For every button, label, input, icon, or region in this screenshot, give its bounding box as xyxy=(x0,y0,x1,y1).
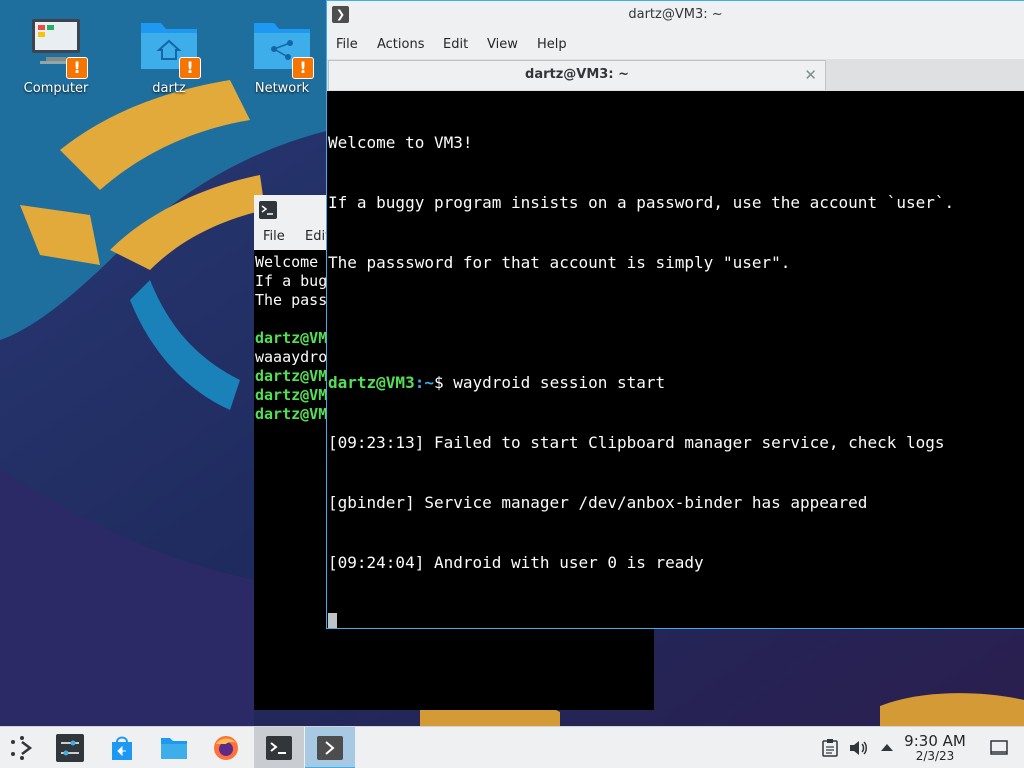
taskbar-file-manager[interactable] xyxy=(152,727,196,768)
desktop-icon-label: Network xyxy=(254,81,310,96)
warning-badge-icon: ! xyxy=(66,57,88,79)
terminal-line-blank: ​ xyxy=(328,313,1023,333)
desktop-icon-label: Computer xyxy=(23,81,89,96)
volume-tray-button[interactable] xyxy=(846,727,872,768)
konsole-icon xyxy=(317,736,343,760)
tab-close-icon[interactable]: ✕ xyxy=(804,66,817,84)
terminal-output[interactable]: Welcome to VM3! If a buggy program insis… xyxy=(327,91,1024,628)
terminal-icon xyxy=(266,736,292,760)
tab-label: dartz@VM3: ~ xyxy=(525,67,629,82)
settings-icon xyxy=(56,734,84,762)
menu-actions[interactable]: Actions xyxy=(377,37,425,52)
prompt-user: dartz@VM3 xyxy=(255,367,337,385)
menu-file[interactable]: File xyxy=(336,37,358,52)
folder-icon xyxy=(161,738,187,759)
warning-badge-icon: ! xyxy=(292,57,314,79)
show-desktop-icon xyxy=(990,740,1008,755)
menu-view[interactable]: View xyxy=(487,37,518,52)
prompt-user: dartz@VM3 xyxy=(255,329,337,347)
chevron-up-icon xyxy=(881,744,893,751)
clipboard-tray-button[interactable] xyxy=(818,727,842,768)
terminal-app-icon[interactable]: ❯ xyxy=(332,6,349,23)
desktop-icon-home-folder[interactable]: ! dartz xyxy=(119,5,219,96)
taskbar: 9:30 AM 2/3/23 xyxy=(0,726,1024,768)
application-launcher-button[interactable] xyxy=(0,727,44,768)
show-desktop-button[interactable] xyxy=(984,727,1014,768)
desktop-icon-computer[interactable]: ! Computer xyxy=(6,5,106,96)
terminal-app-icon xyxy=(259,201,277,219)
window-titlebar[interactable]: ❯ dartz@VM3: ~ xyxy=(327,1,1024,30)
window-title: dartz@VM3: ~ xyxy=(628,7,723,22)
prompt-user: dartz@VM3 xyxy=(328,373,415,392)
discover-store-icon xyxy=(112,736,132,760)
taskbar-firefox[interactable] xyxy=(204,727,248,768)
text-cursor xyxy=(328,613,337,628)
show-hidden-tray-button[interactable] xyxy=(876,727,898,768)
prompt-user: dartz@VM3 xyxy=(255,386,337,404)
volume-icon xyxy=(850,741,867,755)
terminal-line: Welcome to VM3! xyxy=(328,133,473,152)
prompt-command: $ waydroid session start xyxy=(433,373,666,392)
menu-edit[interactable]: Edit xyxy=(443,37,468,52)
terminal-line: If a buggy program insists on a password… xyxy=(328,193,955,212)
clock-time: 9:30 AM xyxy=(904,732,966,750)
launcher-icon xyxy=(11,736,33,760)
prompt-user: dartz@VM3 xyxy=(255,405,337,423)
taskbar-discover[interactable] xyxy=(100,727,144,768)
terminal-prompt-line: dartz@VM3:~$ waydroid session start xyxy=(328,373,1023,393)
taskbar-terminal-window-1[interactable] xyxy=(254,727,304,768)
terminal-cursor-line xyxy=(328,613,1023,628)
terminal-window[interactable]: ❯ dartz@VM3: ~ File Actions Edit View He… xyxy=(326,0,1024,629)
menu-help[interactable]: Help xyxy=(537,37,567,52)
terminal-line: [09:23:13] Failed to start Clipboard man… xyxy=(328,433,945,452)
tab-bar: dartz@VM3: ~ ✕ xyxy=(327,59,1024,91)
terminal-line: The passsword for that account is simply… xyxy=(328,253,791,272)
menu-file[interactable]: File xyxy=(263,229,285,244)
firefox-icon xyxy=(214,736,238,760)
prompt-path: :~ xyxy=(414,373,434,392)
warning-badge-icon: ! xyxy=(179,57,201,79)
desktop-icon-label: dartz xyxy=(152,81,186,96)
terminal-line: [09:24:04] Android with user 0 is ready xyxy=(328,553,704,572)
clock-date: 2/3/23 xyxy=(915,749,955,763)
terminal-line: [gbinder] Service manager /dev/anbox-bin… xyxy=(328,493,868,512)
taskbar-system-settings[interactable] xyxy=(48,727,92,768)
window-menubar: File Actions Edit View Help xyxy=(327,30,1024,59)
taskbar-terminal-window-2[interactable] xyxy=(305,727,355,768)
clipboard-icon xyxy=(822,739,838,757)
desktop-icon-network[interactable]: ! Network xyxy=(232,5,332,96)
tab-terminal[interactable]: dartz@VM3: ~ ✕ xyxy=(328,60,826,90)
